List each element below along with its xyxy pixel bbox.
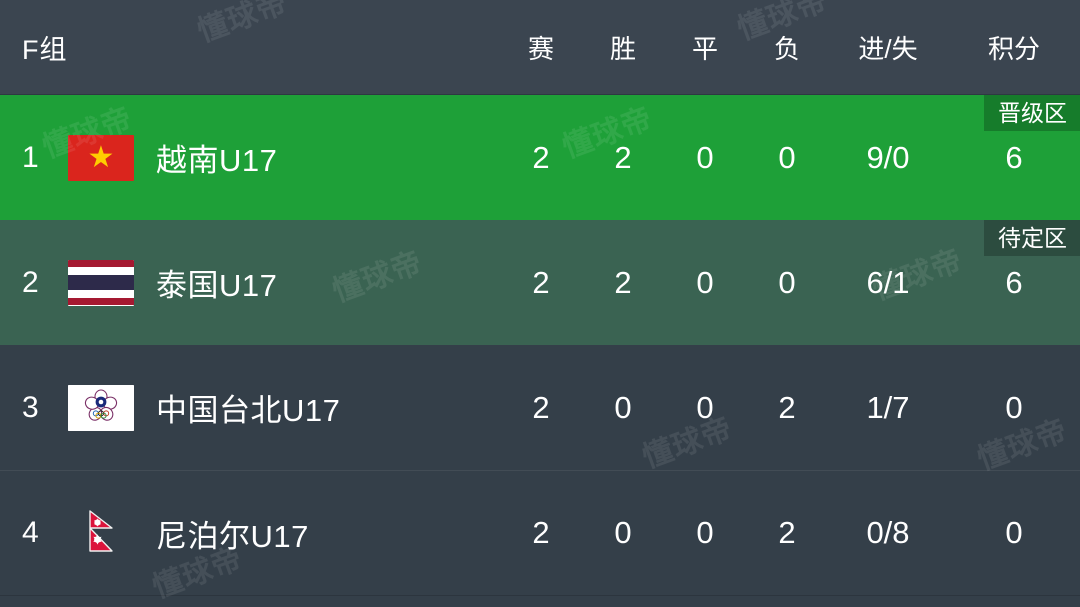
cell-played: 2 bbox=[532, 139, 550, 175]
table-header-row: F组 赛 胜 平 负 进/失 积分 bbox=[0, 0, 1080, 95]
cell-points: 6 bbox=[1005, 264, 1023, 300]
column-header-points: 积分 bbox=[987, 33, 1040, 64]
cell-draw: 0 bbox=[696, 139, 714, 175]
zone-badge-pending: 待定区 bbox=[984, 220, 1080, 256]
cell-loss: 0 bbox=[778, 264, 796, 300]
star-icon: ★ bbox=[87, 140, 115, 174]
team-cell[interactable]: 1 ★ 越南U17 bbox=[0, 134, 500, 181]
team-name: 尼泊尔U17 bbox=[156, 518, 309, 554]
cell-loss: 2 bbox=[778, 515, 796, 550]
team-cell[interactable]: 4 尼泊尔U17 bbox=[0, 510, 500, 556]
team-name: 泰国U17 bbox=[156, 268, 278, 303]
cell-played: 2 bbox=[532, 264, 550, 300]
cell-goals: 0/8 bbox=[866, 515, 910, 550]
table-row[interactable]: 2 泰国U17 2 2 0 0 6/1 6 待定区 bbox=[0, 220, 1080, 345]
standings-table: F组 赛 胜 平 负 进/失 积分 1 ★ 越南U17 2 2 0 0 9/0 … bbox=[0, 0, 1080, 595]
rank-number: 4 bbox=[22, 516, 39, 549]
cell-draw: 0 bbox=[696, 264, 714, 300]
table-row[interactable]: 4 尼泊尔U17 2 0 0 2 0/8 0 bbox=[0, 470, 1080, 595]
column-header-goals: 进/失 bbox=[858, 33, 918, 64]
team-name: 越南U17 bbox=[156, 143, 278, 178]
cell-goals: 6/1 bbox=[866, 264, 910, 300]
cell-win: 2 bbox=[614, 264, 632, 300]
column-header-loss: 负 bbox=[773, 33, 800, 64]
cell-win: 0 bbox=[614, 389, 632, 425]
cell-played: 2 bbox=[532, 515, 550, 550]
chinese-taipei-flag-icon bbox=[68, 384, 134, 431]
cell-goals: 9/0 bbox=[866, 139, 910, 175]
rank-number: 2 bbox=[22, 265, 39, 299]
zone-badge-qualify: 晋级区 bbox=[984, 95, 1080, 131]
cell-points: 6 bbox=[1005, 139, 1023, 175]
column-header-draw: 平 bbox=[691, 33, 718, 64]
table-row[interactable]: 1 ★ 越南U17 2 2 0 0 9/0 6 晋级区 bbox=[0, 95, 1080, 220]
team-cell[interactable]: 3 中国台北U17 bbox=[0, 384, 500, 431]
nepal-flag-icon bbox=[68, 510, 134, 556]
cell-loss: 0 bbox=[778, 139, 796, 175]
cell-win: 0 bbox=[614, 515, 632, 550]
cell-played: 2 bbox=[532, 389, 550, 425]
cell-points: 0 bbox=[1005, 389, 1023, 425]
cell-draw: 0 bbox=[696, 515, 714, 550]
group-label: F组 bbox=[22, 34, 68, 65]
rank-number: 3 bbox=[22, 390, 39, 424]
standings-screen: 懂球帝 懂球帝 懂球帝 懂球帝 懂球帝 懂球帝 懂球帝 懂球帝 懂球帝 F组 赛… bbox=[0, 0, 1080, 607]
bottom-divider bbox=[0, 595, 1080, 607]
team-cell[interactable]: 2 泰国U17 bbox=[0, 259, 500, 306]
vietnam-flag-icon: ★ bbox=[68, 134, 134, 181]
column-header-played: 赛 bbox=[527, 33, 554, 64]
team-name: 中国台北U17 bbox=[156, 393, 341, 428]
rank-number: 1 bbox=[22, 140, 39, 174]
cell-loss: 2 bbox=[778, 389, 796, 425]
cell-goals: 1/7 bbox=[866, 389, 910, 425]
column-header-win: 胜 bbox=[609, 33, 636, 64]
cell-draw: 0 bbox=[696, 389, 714, 425]
cell-win: 2 bbox=[614, 139, 632, 175]
cell-points: 0 bbox=[1005, 515, 1023, 550]
table-row[interactable]: 3 中国台北U17 2 0 0 2 1/7 0 bbox=[0, 345, 1080, 470]
thailand-flag-icon bbox=[68, 259, 134, 306]
